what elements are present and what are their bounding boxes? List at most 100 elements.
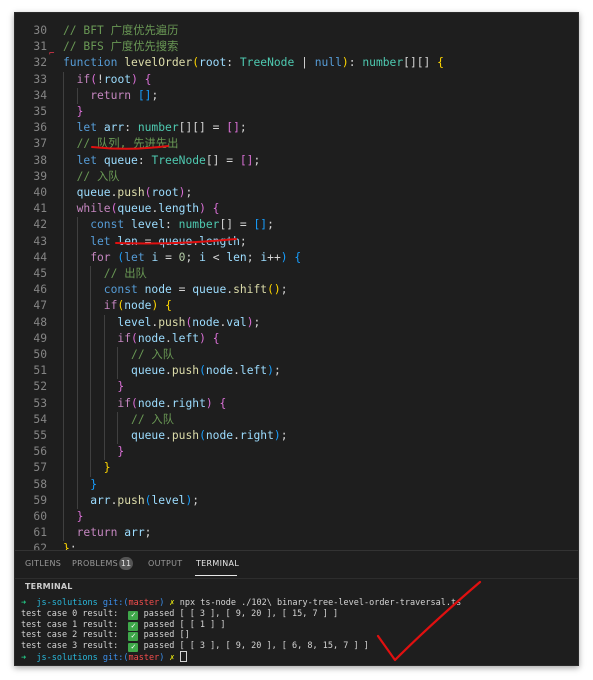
git-label: git:( [102, 653, 129, 663]
code-line[interactable]: 42 const level: number[] = []; [15, 217, 578, 234]
line-number: 50 [33, 348, 47, 361]
code-line[interactable]: 58 } [15, 476, 578, 493]
code-token: [] [219, 218, 234, 232]
code-line[interactable]: 48 level.push(node.val); [15, 314, 578, 331]
result-status: passed [143, 609, 175, 619]
code-line[interactable]: 37 // 队列, 先进先出 [15, 136, 578, 153]
code-line[interactable]: 40 queue.push(root); [15, 185, 578, 202]
code-token: ) [131, 72, 138, 86]
tab-terminal[interactable]: TERMINAL [196, 559, 239, 568]
code-line[interactable]: 46 const node = queue.shift(); [15, 282, 578, 299]
terminal-command-line: ➜ js-solutions git:(master) ✗ npx ts-nod… [21, 598, 461, 608]
code-token: ; [246, 250, 261, 264]
code-text: // BFT 广度优先遍历 [63, 23, 178, 39]
code-token: root [103, 72, 132, 86]
code-token: . [233, 364, 240, 378]
code-token: { [205, 202, 220, 216]
code-token: level [131, 218, 166, 232]
code-line[interactable]: 56 } [15, 444, 578, 461]
code-token: node [205, 364, 234, 378]
result-label: test case 1 result: [21, 619, 119, 630]
code-line[interactable]: 38 let queue: TreeNode[] = []; [15, 152, 578, 169]
code-token: if [63, 331, 132, 345]
code-token: : [226, 56, 240, 70]
repo-name: js-solutions [36, 653, 98, 663]
code-line[interactable]: 49 if(node.left) { [15, 330, 578, 347]
code-line[interactable]: 31 // BFS 广度优先搜索 [15, 39, 578, 55]
line-number: 32 [33, 56, 47, 70]
code-token: } [63, 380, 125, 394]
code-token: return [63, 526, 125, 540]
line-number: 30 [33, 24, 47, 37]
code-token: number [178, 218, 220, 232]
code-line[interactable]: 30 // BFT 广度优先遍历 [15, 23, 578, 39]
code-token: push [158, 315, 186, 329]
code-line[interactable]: 61 return arr; [15, 525, 578, 542]
code-token: ; [253, 315, 261, 329]
code-line[interactable]: 47 if(node) { [15, 298, 578, 315]
code-token: if [63, 396, 132, 410]
code-token: = [158, 250, 179, 264]
terminal-title: TERMINAL [25, 582, 73, 591]
line-number: 49 [33, 331, 47, 345]
code-text: } [63, 444, 124, 460]
code-text: const level: number[] = []; [63, 217, 274, 233]
code-line[interactable]: 52 } [15, 379, 578, 396]
code-line[interactable]: 39 // 入队 [15, 168, 578, 185]
code-text: } [63, 104, 84, 120]
code-token: length [158, 202, 200, 216]
code-token: : [348, 56, 363, 70]
code-token: ) [246, 315, 254, 329]
code-token: [] [239, 153, 254, 167]
code-token: queue [117, 202, 152, 216]
code-token: { [287, 250, 302, 264]
tab-problems[interactable]: PROBLEMS [72, 559, 118, 568]
code-line[interactable]: 59 arr.push(level); [15, 492, 578, 509]
code-line[interactable]: 60 } [15, 509, 578, 526]
code-line[interactable]: 44 for (let i = 0; i < len; i++) { [15, 249, 578, 266]
code-token: right [171, 396, 206, 410]
code-token: ; [192, 493, 200, 507]
code-token: : [137, 153, 152, 167]
result-label: test case 0 result: [21, 609, 119, 619]
code-text: while(queue.length) { [63, 201, 220, 217]
code-text: if(node.right) { [63, 396, 226, 412]
code-line[interactable]: 36 let arr: number[][] = []; [15, 120, 578, 137]
code-line[interactable]: 34 return []; [15, 87, 578, 104]
line-number: 34 [33, 88, 47, 102]
code-text: const node = queue.shift(); [63, 282, 288, 298]
code-text: if(!root) { [63, 72, 152, 88]
tab-gitlens[interactable]: GITLENS [25, 559, 61, 568]
code-token: // BFS 广度优先搜索 [63, 40, 179, 54]
code-line[interactable]: 35 } [15, 104, 578, 121]
code-token: } [63, 445, 125, 459]
code-editor[interactable]: 30 // BFT 广度优先遍历 31 // BFS 广度优先搜索 32 function… [15, 13, 578, 555]
code-token: ( [199, 364, 206, 378]
terminal-output[interactable]: ➜ js-solutions git:(master) ✗ npx ts-nod… [15, 594, 578, 665]
code-token: = [171, 283, 193, 297]
code-token: ( [131, 396, 138, 410]
terminal-prompt-line[interactable]: ➜ js-solutions git:(master) ✗ [21, 651, 187, 663]
code-line[interactable]: 45 // 出队 [15, 266, 578, 283]
code-line[interactable]: 57 } [15, 460, 578, 477]
terminal-result-line: test case 2 result: ✓ passed [] [21, 630, 190, 641]
code-line[interactable]: 43 let len = queue.length; [15, 233, 578, 250]
code-token: root [151, 186, 179, 199]
code-line[interactable]: 53 if(node.right) { [15, 395, 578, 412]
code-line[interactable]: 54 // 入队 [15, 411, 578, 428]
code-line[interactable]: 50 // 入队 [15, 347, 578, 364]
code-line[interactable]: 55 queue.push(node.right); [15, 428, 578, 445]
branch-name: master [128, 653, 160, 663]
result-label: test case 3 result: [21, 640, 119, 651]
code-text: if(node.left) { [63, 331, 219, 347]
code-token: i [199, 250, 206, 264]
code-line[interactable]: 51 queue.push(node.left); [15, 363, 578, 380]
code-line[interactable]: 32 function levelOrder(root: TreeNode | n… [15, 55, 578, 71]
code-token: node [137, 396, 166, 410]
tab-output[interactable]: OUTPUT [148, 559, 182, 568]
terminal-result-line: test case 3 result: ✓ passed [ [ 3 ], [ … [21, 640, 369, 652]
code-line[interactable]: 41 while(queue.length) { [15, 201, 578, 218]
code-token: ; [280, 429, 288, 442]
code-line[interactable]: 33 if(!root) { [15, 71, 578, 88]
code-text: arr.push(level); [63, 493, 199, 509]
